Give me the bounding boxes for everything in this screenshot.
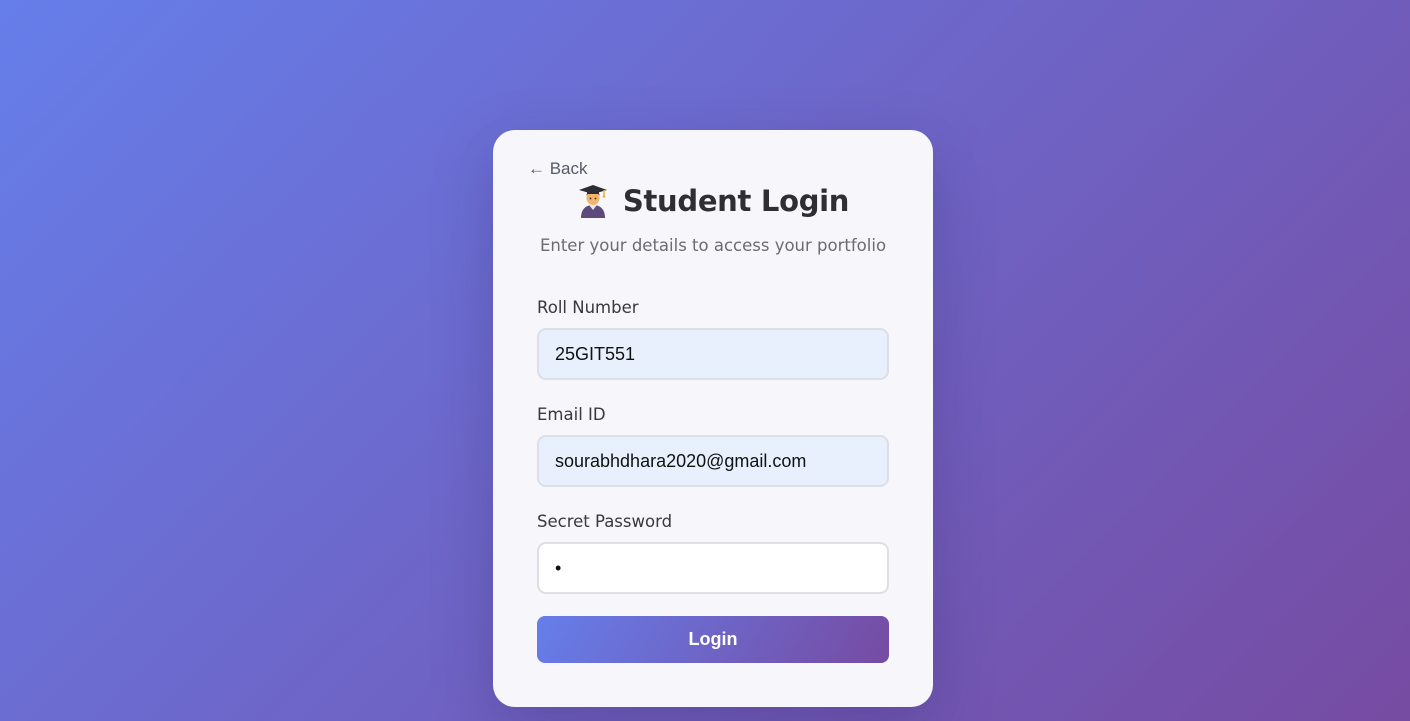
email-label: Email ID — [537, 405, 606, 424]
title-row: Student Login — [493, 180, 933, 222]
email-input[interactable] — [537, 435, 889, 487]
login-card: ← Back Student Login Enter your details … — [493, 130, 933, 707]
password-input[interactable] — [537, 542, 889, 594]
roll-number-label: Roll Number — [537, 298, 639, 317]
roll-number-input[interactable] — [537, 328, 889, 380]
page-title: Student Login — [622, 184, 850, 218]
login-button[interactable]: Login — [537, 616, 889, 663]
password-label: Secret Password — [537, 512, 673, 531]
page-subtitle: Enter your details to access your portfo… — [539, 236, 887, 255]
back-link[interactable]: ← Back — [528, 159, 588, 179]
graduate-icon — [577, 184, 609, 218]
